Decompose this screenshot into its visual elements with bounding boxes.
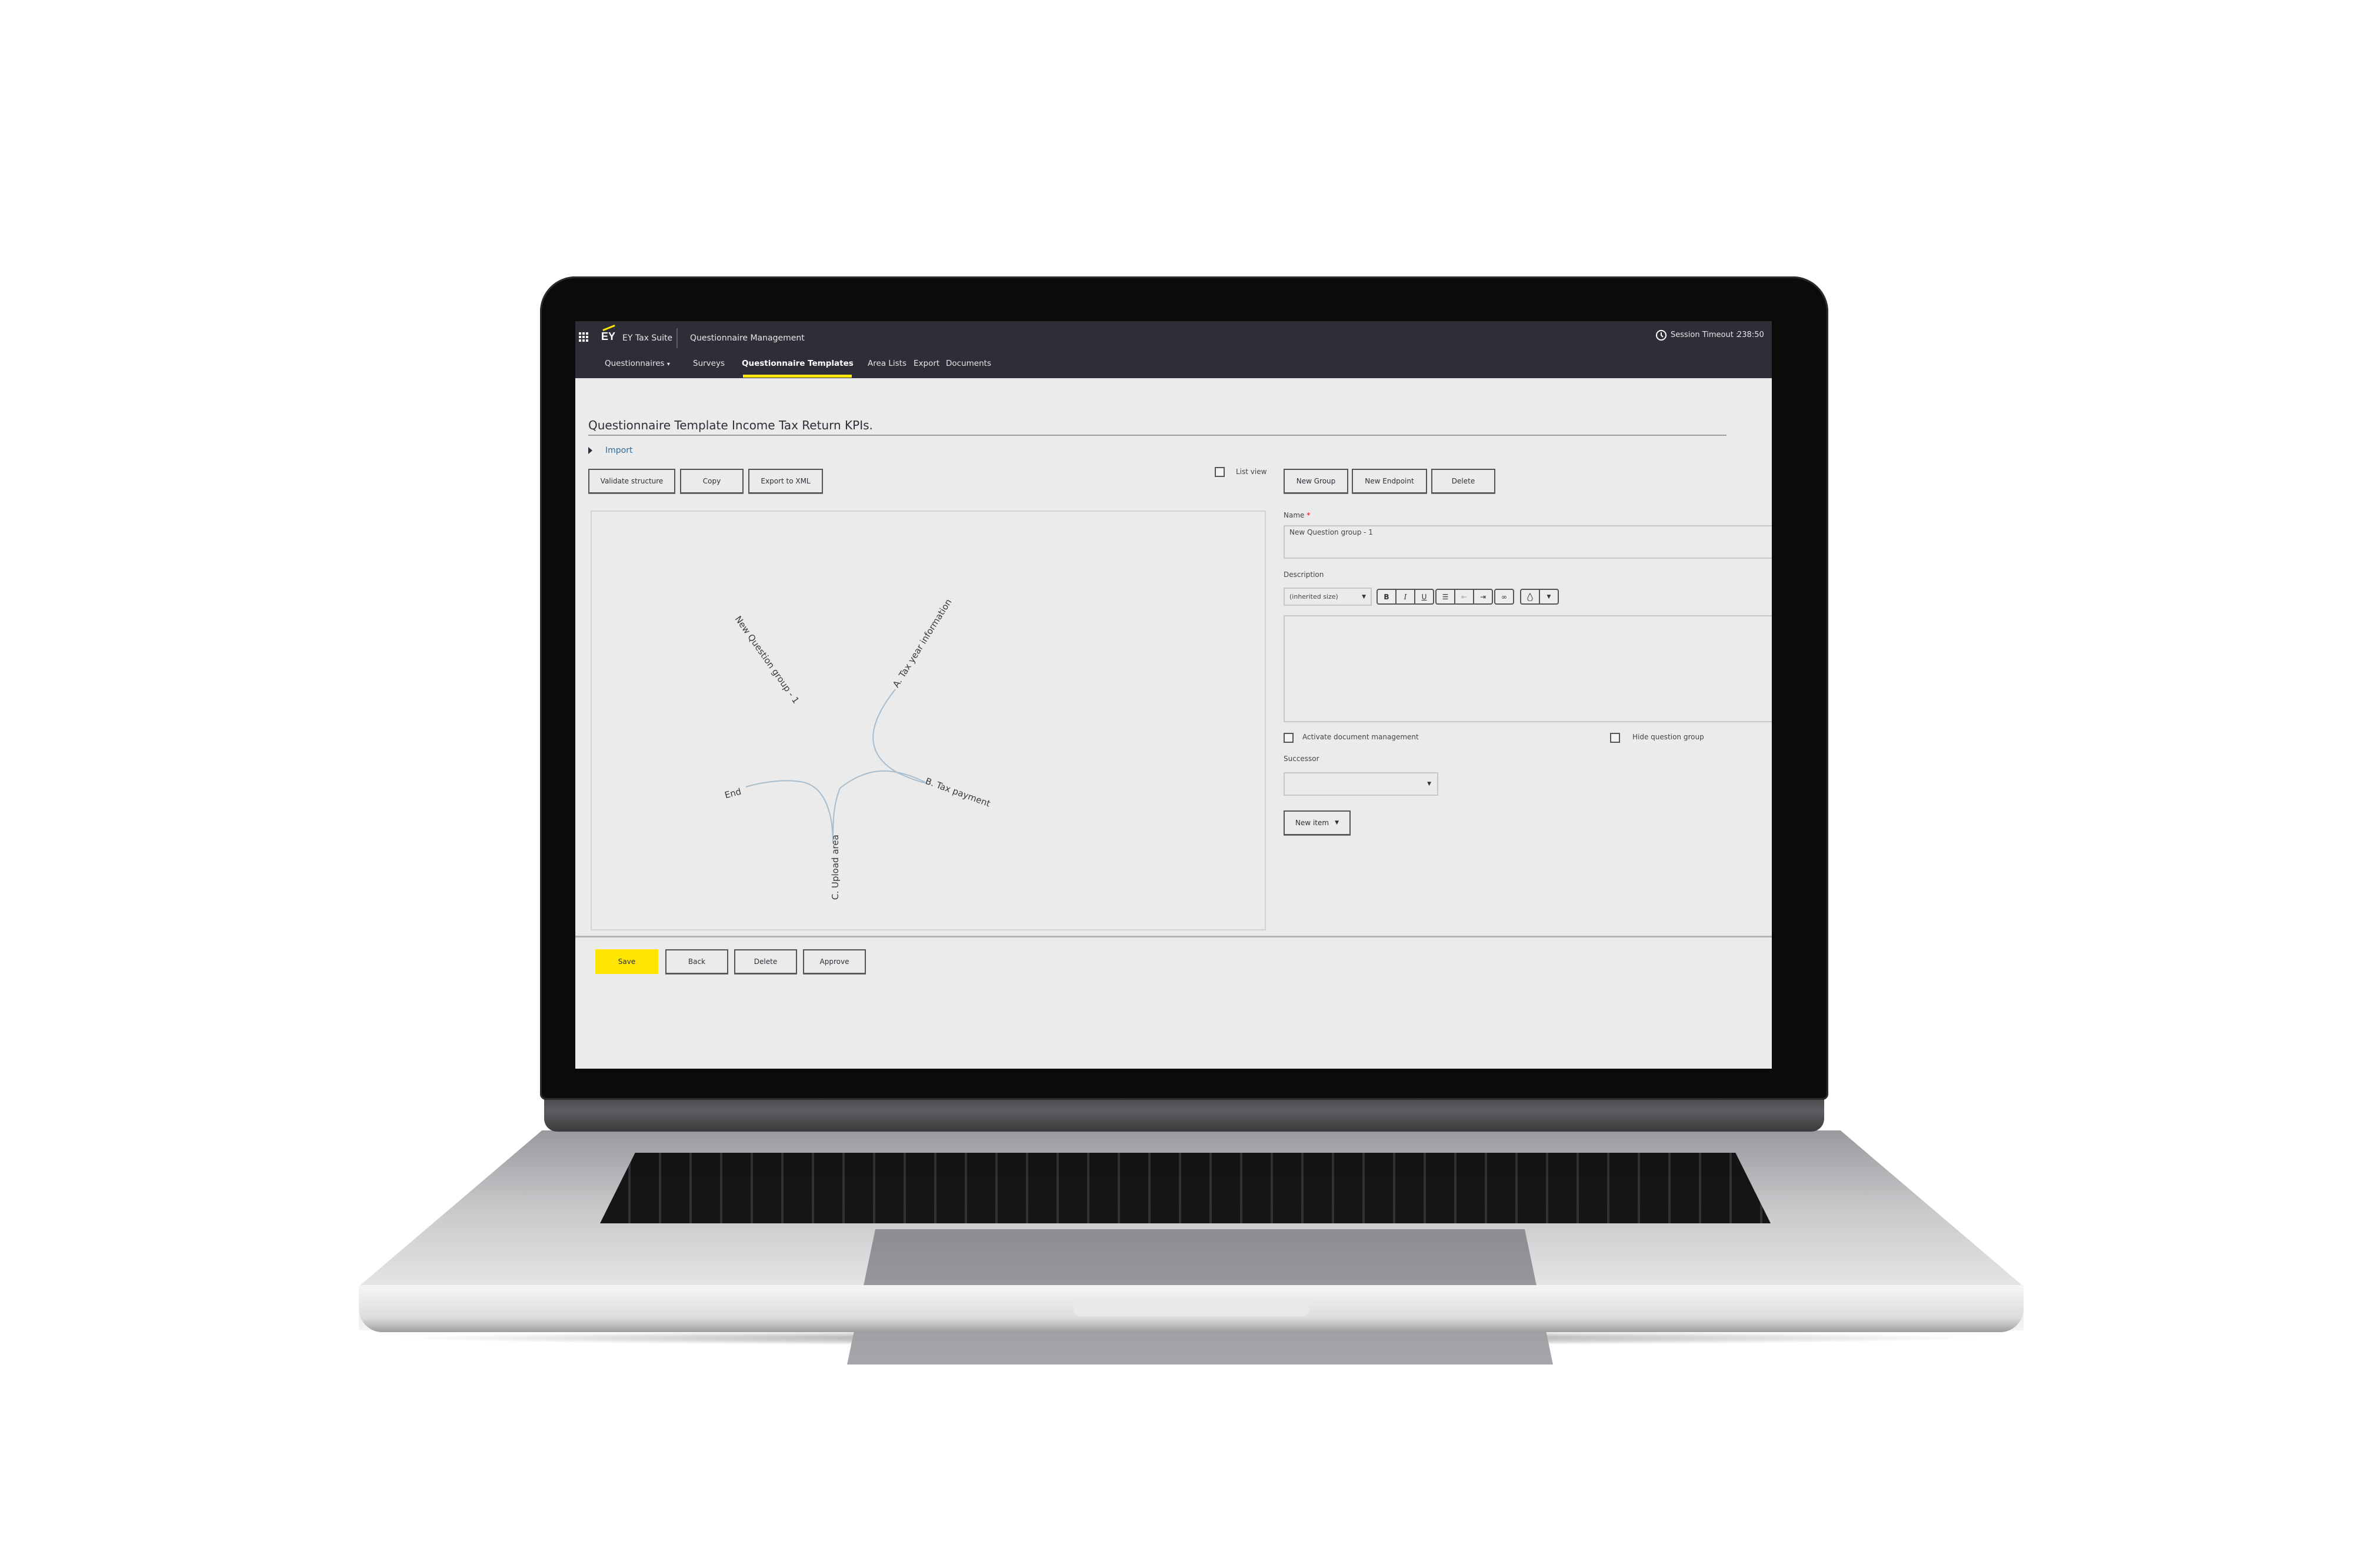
chevron-down-icon: ▾ <box>666 361 670 368</box>
title-divider <box>588 435 1727 436</box>
new-group-button[interactable]: New Group <box>1284 469 1348 493</box>
footer-divider <box>575 936 1772 938</box>
activate-doc-mgmt-checkbox[interactable] <box>1284 733 1294 743</box>
nav-label: Questionnaires <box>605 359 665 368</box>
chevron-down-icon: ▼ <box>1335 820 1339 826</box>
description-label: Description <box>1284 571 1324 579</box>
delete-node-button[interactable]: Delete <box>1431 469 1495 493</box>
import-link[interactable]: Import <box>605 446 632 455</box>
edge-b-to-c <box>832 770 919 844</box>
outdent-icon[interactable]: ⇤ <box>1455 590 1474 603</box>
link-group: ∞ <box>1494 589 1514 605</box>
description-editor[interactable] <box>1284 615 1772 722</box>
suite-name[interactable]: EY Tax Suite <box>622 333 672 343</box>
approve-button[interactable]: Approve <box>803 949 866 974</box>
font-size-value: (inherited size) <box>1289 593 1338 600</box>
delete-button[interactable]: Delete <box>734 949 797 974</box>
nav-questionnaire-templates[interactable]: Questionnaire Templates <box>742 359 854 368</box>
color-drop-icon[interactable] <box>1521 590 1540 603</box>
graph-node-tax-year-information[interactable]: A. Tax year information <box>891 597 954 689</box>
chevron-down-icon: ▼ <box>1427 781 1431 787</box>
new-item-button[interactable]: New item ▼ <box>1284 810 1351 835</box>
list-view-checkbox[interactable] <box>1215 467 1225 477</box>
session-timeout-value: 238:50 <box>1737 331 1764 339</box>
header-divider <box>676 328 678 348</box>
page-title: Questionnaire Template Income Tax Return… <box>588 418 873 432</box>
font-size-select[interactable]: (inherited size) ▼ <box>1284 588 1372 606</box>
new-endpoint-button[interactable]: New Endpoint <box>1352 469 1427 493</box>
link-icon[interactable]: ∞ <box>1495 590 1513 603</box>
text-style-group: B I U <box>1377 589 1434 605</box>
list-view-label: List view <box>1236 468 1267 476</box>
caret-right-icon <box>588 447 592 454</box>
session-timeout-label: Session Timeout : <box>1671 331 1739 339</box>
bullet-list-icon[interactable]: ☰ <box>1437 590 1455 603</box>
grid-icon[interactable] <box>579 332 588 342</box>
graph-node-tax-payment[interactable]: B. Tax payment <box>924 776 992 809</box>
bold-button[interactable]: B <box>1378 590 1397 603</box>
save-button[interactable]: Save <box>595 949 658 974</box>
name-label: Name * <box>1284 511 1310 519</box>
successor-select[interactable]: ▼ <box>1284 772 1438 796</box>
graph-node-upload-area[interactable]: C. Upload area <box>830 835 841 900</box>
required-asterisk: * <box>1307 511 1311 519</box>
indent-icon[interactable]: ⇥ <box>1474 590 1492 603</box>
dropdown-caret-icon[interactable]: ▼ <box>1540 590 1558 603</box>
active-tab-indicator <box>743 375 852 378</box>
laptop-notch <box>1074 1299 1309 1316</box>
color-group: ▼ <box>1520 589 1559 605</box>
nav-documents[interactable]: Documents <box>946 359 991 368</box>
laptop-keyboard <box>600 1153 1771 1223</box>
underline-button[interactable]: U <box>1415 590 1433 603</box>
graph-node-new-question-group[interactable]: New Question group - 1 <box>733 614 802 706</box>
name-label-text: Name <box>1284 511 1305 519</box>
nav-area-lists[interactable]: Area Lists <box>868 359 906 368</box>
ey-logo: EY <box>601 331 616 342</box>
structure-graph[interactable]: New Question group - 1 A. Tax year infor… <box>591 511 1266 930</box>
new-item-label: New item <box>1295 819 1329 827</box>
edge-c-to-end <box>745 780 834 844</box>
validate-structure-button[interactable]: Validate structure <box>588 469 675 493</box>
list-indent-group: ☰ ⇤ ⇥ <box>1435 589 1493 605</box>
edge-a-to-b <box>872 689 926 783</box>
clock-icon <box>1655 329 1667 341</box>
graph-canvas: New Question group - 1 A. Tax year infor… <box>724 597 992 900</box>
hide-question-group-checkbox[interactable] <box>1610 733 1620 743</box>
module-name: Questionnaire Management <box>690 333 805 343</box>
copy-button[interactable]: Copy <box>680 469 744 493</box>
successor-label: Successor <box>1284 755 1319 763</box>
app-screen: EY EY Tax Suite Questionnaire Management… <box>575 321 1772 1069</box>
app-header: EY EY Tax Suite Questionnaire Management… <box>575 321 1772 378</box>
name-field[interactable]: New Question group - 1 <box>1284 525 1772 559</box>
nav-export[interactable]: Export <box>914 359 939 368</box>
import-toggle[interactable]: Import <box>588 446 632 455</box>
nav-surveys[interactable]: Surveys <box>693 359 725 368</box>
back-button[interactable]: Back <box>665 949 728 974</box>
activate-doc-mgmt-label: Activate document management <box>1302 733 1419 741</box>
export-xml-button[interactable]: Export to XML <box>748 469 823 493</box>
graph-node-end[interactable]: End <box>724 786 742 800</box>
chevron-down-icon: ▼ <box>1362 593 1366 600</box>
hide-question-group-label: Hide question group <box>1632 733 1704 741</box>
italic-button[interactable]: I <box>1397 590 1415 603</box>
nav-questionnaires[interactable]: Questionnaires ▾ <box>605 359 670 368</box>
laptop-hinge <box>544 1097 1824 1132</box>
